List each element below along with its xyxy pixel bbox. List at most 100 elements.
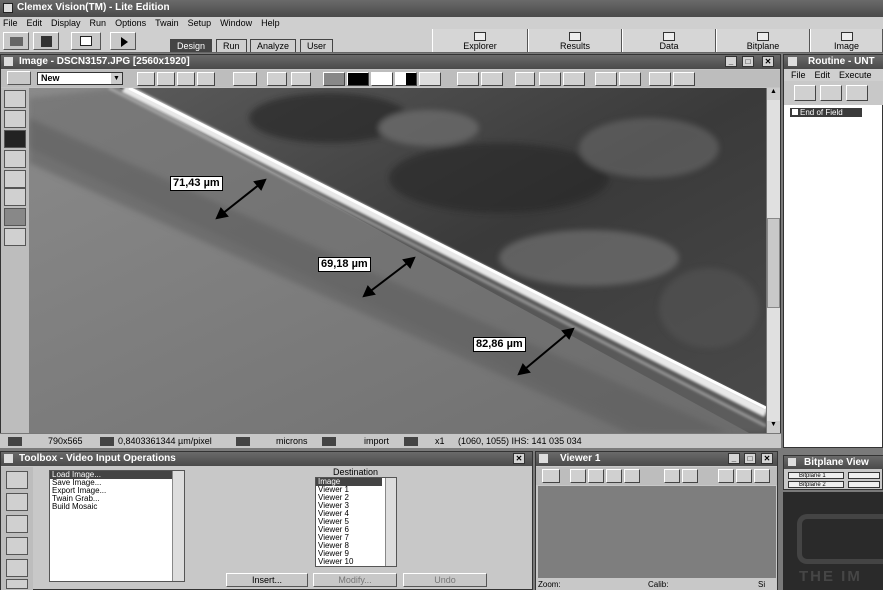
insert-button[interactable]: Insert... [226,573,308,587]
menu-display[interactable]: Display [51,18,81,28]
pattern-1-icon[interactable] [595,72,617,86]
measure-tool-icon[interactable] [4,228,26,246]
bitplane-item-1b[interactable] [848,472,880,479]
menu-edit[interactable]: Edit [27,18,43,28]
zoom-out-icon[interactable] [157,72,175,86]
scroll-thumb[interactable] [767,218,780,308]
operation-build-mosaic[interactable]: Build Mosaic [50,503,184,511]
image-button[interactable]: Image [810,29,883,52]
select-region-icon[interactable] [4,110,26,128]
new-routine-icon[interactable] [794,85,816,101]
color-ops-icon[interactable] [6,493,28,511]
image-canvas[interactable]: 71,43 µm 69,18 µm 82,86 µm [29,88,766,433]
menu-file[interactable]: File [3,18,18,28]
explorer-button[interactable]: Explorer [432,29,528,52]
viewer-zoom-fit-icon[interactable] [606,469,622,483]
image-select[interactable]: New ▼ [37,72,123,85]
destination-scrollbar[interactable] [385,478,396,566]
bitplane-item-2[interactable]: Bitplane 2 [788,481,844,488]
data-button[interactable]: Data [622,29,716,52]
viewer-pencil-icon[interactable] [736,469,752,483]
viewer-maximize-icon[interactable]: □ [744,453,756,464]
pencil-icon[interactable] [515,72,535,86]
grid-icon[interactable] [291,72,311,86]
bitplane-item-1[interactable]: Bitplane 1 [788,472,844,479]
modify-button[interactable]: Modify... [313,573,397,587]
open-routine-icon[interactable] [820,85,842,101]
crop-icon[interactable] [267,72,287,86]
measurement-label-1[interactable]: 71,43 µm [170,176,223,191]
operations-list[interactable]: Load Image... Save Image... Export Image… [49,470,185,582]
fill-bucket-icon[interactable] [4,188,26,206]
run-button[interactable] [110,32,136,50]
transfer-ops-icon[interactable] [6,579,28,589]
viewer-minimize-icon[interactable]: _ [728,453,740,464]
eraser-icon[interactable] [4,170,26,188]
routine-menu-file[interactable]: File [791,70,806,80]
close-icon[interactable]: ✕ [762,56,774,67]
save-button[interactable] [33,32,59,50]
bitplane-item-2b[interactable] [848,481,880,488]
color-white-icon[interactable] [371,72,393,86]
minimize-icon[interactable]: _ [725,56,737,67]
pattern-4-icon[interactable] [673,72,695,86]
undo-button[interactable]: Undo [403,573,487,587]
destination-viewer-10[interactable]: Viewer 10 [316,558,396,566]
pen-icon[interactable] [4,150,26,168]
zoom-in-icon[interactable] [137,72,155,86]
scroll-down-icon[interactable]: ▼ [767,421,780,433]
viewer-zoom-in-icon[interactable] [570,469,586,483]
pencil-draw-icon[interactable] [4,208,26,226]
filled-rect-icon[interactable] [4,130,26,148]
measurement-label-3[interactable]: 82,86 µm [473,337,526,352]
operations-scrollbar[interactable] [172,471,184,581]
measure-ops-icon[interactable] [6,559,28,577]
pattern-2-icon[interactable] [619,72,641,86]
zoom-reset-icon[interactable] [197,72,215,86]
toolbox-close-icon[interactable]: ✕ [513,453,525,464]
routine-menu-execute[interactable]: Execute [839,70,872,80]
binary-ops-icon[interactable] [6,537,28,555]
tab-design[interactable]: Design [170,39,213,52]
viewer-close-icon[interactable]: ✕ [761,453,773,464]
rectangle-icon[interactable] [563,72,585,86]
tab-user[interactable]: User [300,39,334,52]
menu-run[interactable]: Run [90,18,107,28]
destination-list[interactable]: Image Viewer 1 Viewer 2 Viewer 3 Viewer … [315,477,397,567]
routine-list-item[interactable]: End of Field [790,108,862,117]
zoom-fit-icon[interactable] [177,72,195,86]
viewer-zoom-out-icon[interactable] [588,469,604,483]
maximize-icon[interactable]: □ [742,56,754,67]
frame-single-icon[interactable] [457,72,479,86]
camera-icon[interactable] [7,71,31,85]
viewer-zoom-reset-icon[interactable] [624,469,640,483]
menu-setup[interactable]: Setup [188,18,212,28]
measurement-label-2[interactable]: 69,18 µm [318,257,371,272]
filter-ops-icon[interactable] [6,515,28,533]
vertical-scrollbar[interactable]: ▲ ▼ [766,88,780,433]
frame-double-icon[interactable] [481,72,503,86]
routine-menu-edit[interactable]: Edit [815,70,831,80]
color-gray-icon[interactable] [323,72,345,86]
tab-analyze[interactable]: Analyze [250,39,297,52]
menu-help[interactable]: Help [261,18,280,28]
ruler-icon[interactable] [539,72,561,86]
viewer-layout-2-icon[interactable] [682,469,698,483]
viewer-canvas[interactable] [538,486,776,578]
menu-twain[interactable]: Twain [155,18,179,28]
pan-hand-icon[interactable] [233,72,257,86]
color-light-icon[interactable] [419,72,441,86]
scroll-up-icon[interactable]: ▲ [767,88,780,100]
bitplane-button[interactable]: Bitplane [716,29,810,52]
viewer-camera-icon[interactable] [542,469,560,483]
viewer-layout-1-icon[interactable] [664,469,680,483]
results-button[interactable]: Results [528,29,622,52]
color-black-icon[interactable] [347,72,369,86]
open-folder-button[interactable] [3,32,29,50]
viewer-export-icon[interactable] [754,469,770,483]
save-routine-icon[interactable] [846,85,868,101]
tab-run[interactable]: Run [216,39,247,52]
menu-options[interactable]: Options [115,18,146,28]
color-split-icon[interactable] [395,72,417,86]
video-input-icon[interactable] [6,471,28,489]
